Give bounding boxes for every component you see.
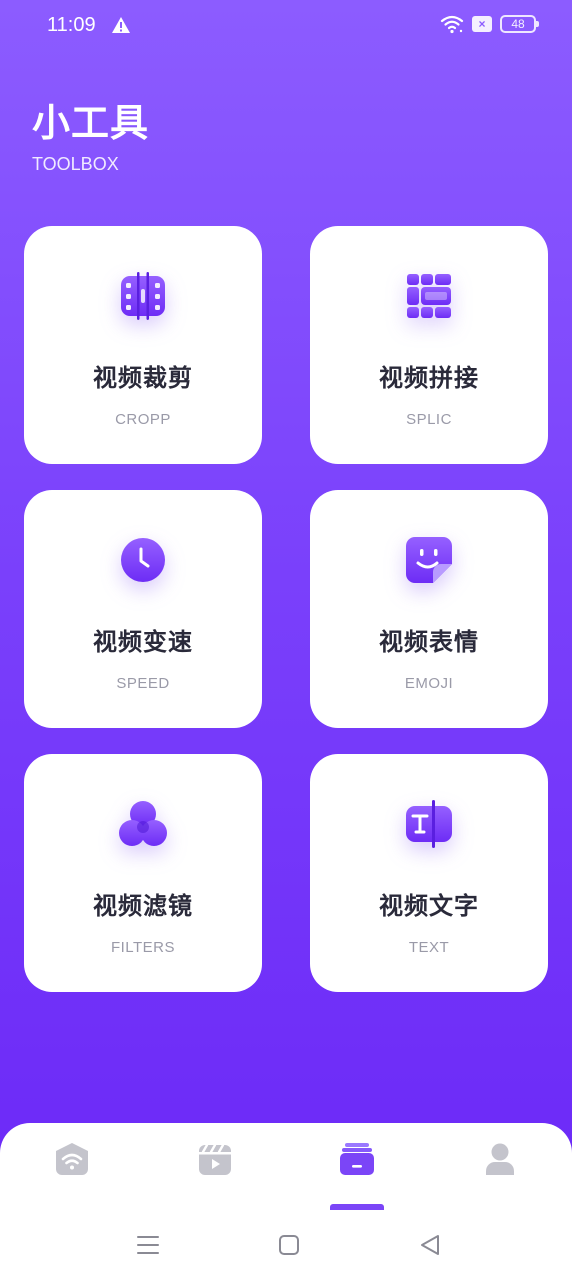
status-time: 11:09 [47,14,96,36]
wifi-icon [440,15,464,34]
crop-film-icon [121,272,165,320]
tool-card-splice[interactable]: 视频拼接 SPLIC [310,226,548,464]
system-nav-bar [0,1210,572,1280]
toolbox-icon[interactable] [339,1141,375,1177]
sticker-smile-icon [406,537,452,583]
tool-title: 视频滤镜 [93,892,193,920]
battery-indicator: 48 [500,15,539,33]
tool-card-filters[interactable]: 视频滤镜 FILTERS [24,754,262,992]
tool-subtitle: CROPP [115,411,171,428]
tool-subtitle: EMOJI [404,675,454,692]
menu-icon[interactable] [135,1232,161,1258]
tool-title: 视频文字 [379,892,479,920]
page-title: 小工具 [32,101,150,145]
filter-circles-icon [119,801,167,846]
tool-subtitle: SPLIC [406,411,452,428]
tool-subtitle: SPEED [116,675,170,692]
tool-title: 视频拼接 [379,364,479,392]
tool-title: 视频变速 [93,628,193,656]
tool-card-emoji[interactable]: 视频表情 EMOJI [310,490,548,728]
tool-card-crop[interactable]: 视频裁剪 CROPP [24,226,262,464]
tool-title: 视频表情 [379,628,479,656]
wifi-home-icon[interactable] [54,1141,90,1177]
status-icons: × 48 [440,14,539,34]
page-subtitle: TOOLBOX [32,154,119,174]
back-triangle-icon[interactable] [417,1232,443,1258]
tool-title: 视频裁剪 [93,364,193,392]
home-square-icon[interactable] [276,1232,302,1258]
user-icon[interactable] [482,1141,518,1177]
splice-grid-icon [407,274,451,318]
tool-subtitle: TEXT [408,939,450,956]
video-clapper-icon[interactable] [197,1141,233,1177]
tool-subtitle: FILTERS [110,939,176,956]
text-box-icon [406,800,452,848]
clock-icon [121,538,165,582]
status-bar: 11:09 × 48 [0,0,572,52]
tool-card-text[interactable]: 视频文字 TEXT [310,754,548,992]
warning-icon [112,17,130,33]
no-sim-icon: × [472,16,492,32]
tool-card-speed[interactable]: 视频变速 SPEED [24,490,262,728]
